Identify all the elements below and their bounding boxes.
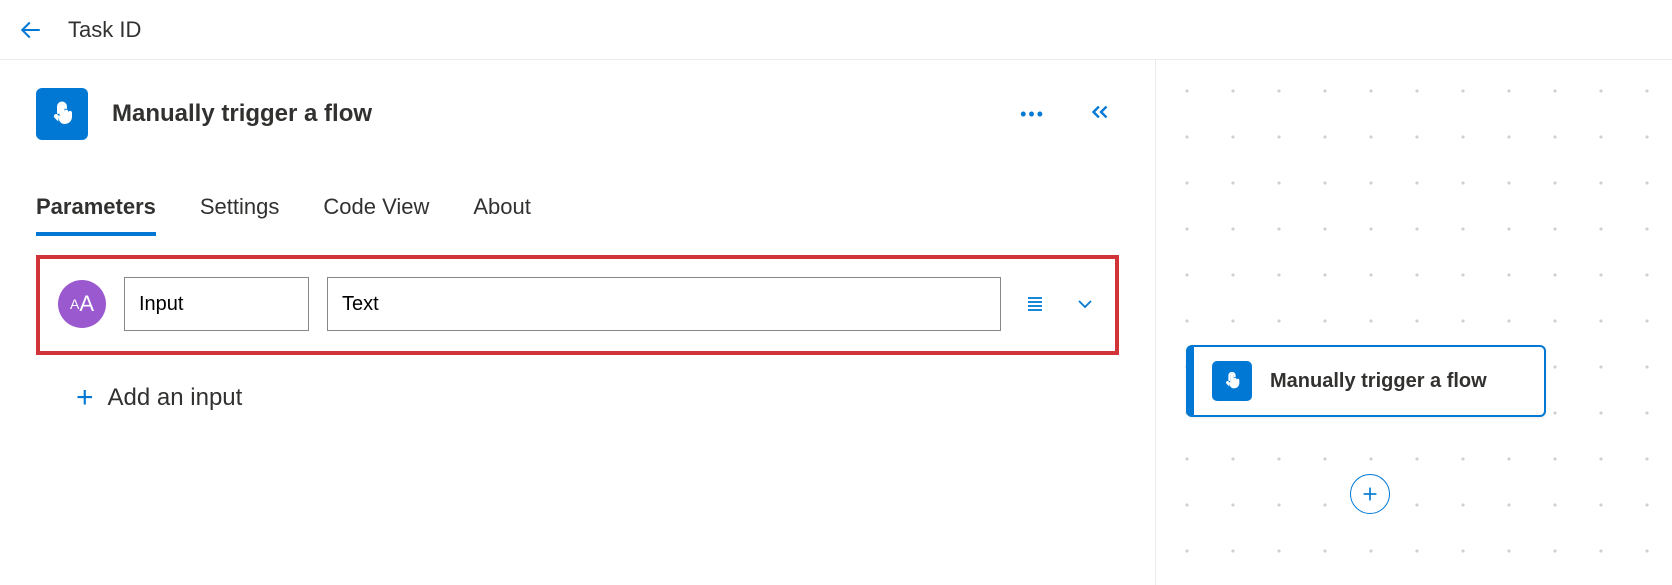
header-bar: Task ID — [0, 0, 1672, 60]
trigger-title: Manually trigger a flow — [112, 100, 372, 128]
parameter-expand-button[interactable] — [1069, 288, 1101, 320]
touch-icon — [1221, 370, 1243, 392]
parameter-name-input[interactable] — [124, 277, 309, 331]
tab-about[interactable]: About — [473, 194, 531, 236]
tabs: Parameters Settings Code View About — [36, 194, 1119, 237]
tab-code-view[interactable]: Code View — [323, 194, 429, 236]
add-step-button[interactable] — [1350, 474, 1390, 514]
configuration-panel: Manually trigger a flow ••• Parameters S… — [0, 60, 1155, 585]
canvas-trigger-card[interactable]: Manually trigger a flow — [1186, 345, 1546, 417]
add-input-label: Add an input — [108, 384, 243, 412]
plus-icon — [1359, 483, 1381, 505]
trigger-header: Manually trigger a flow ••• — [36, 88, 1119, 140]
tab-settings[interactable]: Settings — [200, 194, 280, 236]
flow-canvas[interactable]: Manually trigger a flow — [1155, 60, 1672, 585]
chevron-double-left-icon — [1087, 99, 1113, 125]
trigger-icon — [36, 88, 88, 140]
input-parameter-row: AA — [36, 255, 1119, 355]
chevron-down-icon — [1073, 292, 1097, 316]
text-type-badge: AA — [58, 280, 106, 328]
arrow-left-icon — [16, 15, 46, 45]
page-title: Task ID — [68, 17, 141, 43]
plus-icon: + — [76, 383, 94, 413]
touch-icon — [47, 99, 77, 129]
main-area: Manually trigger a flow ••• Parameters S… — [0, 60, 1672, 585]
canvas-trigger-icon — [1212, 361, 1252, 401]
tab-parameters[interactable]: Parameters — [36, 194, 156, 236]
collapse-panel-button[interactable] — [1081, 95, 1119, 134]
parameter-value-input[interactable] — [327, 277, 1001, 331]
canvas-trigger-title: Manually trigger a flow — [1270, 368, 1487, 395]
back-button[interactable] — [16, 15, 46, 45]
list-icon — [1023, 292, 1047, 316]
more-actions-button[interactable]: ••• — [1012, 100, 1053, 129]
add-input-button[interactable]: + Add an input — [76, 383, 1119, 413]
parameter-menu-button[interactable] — [1019, 288, 1051, 320]
